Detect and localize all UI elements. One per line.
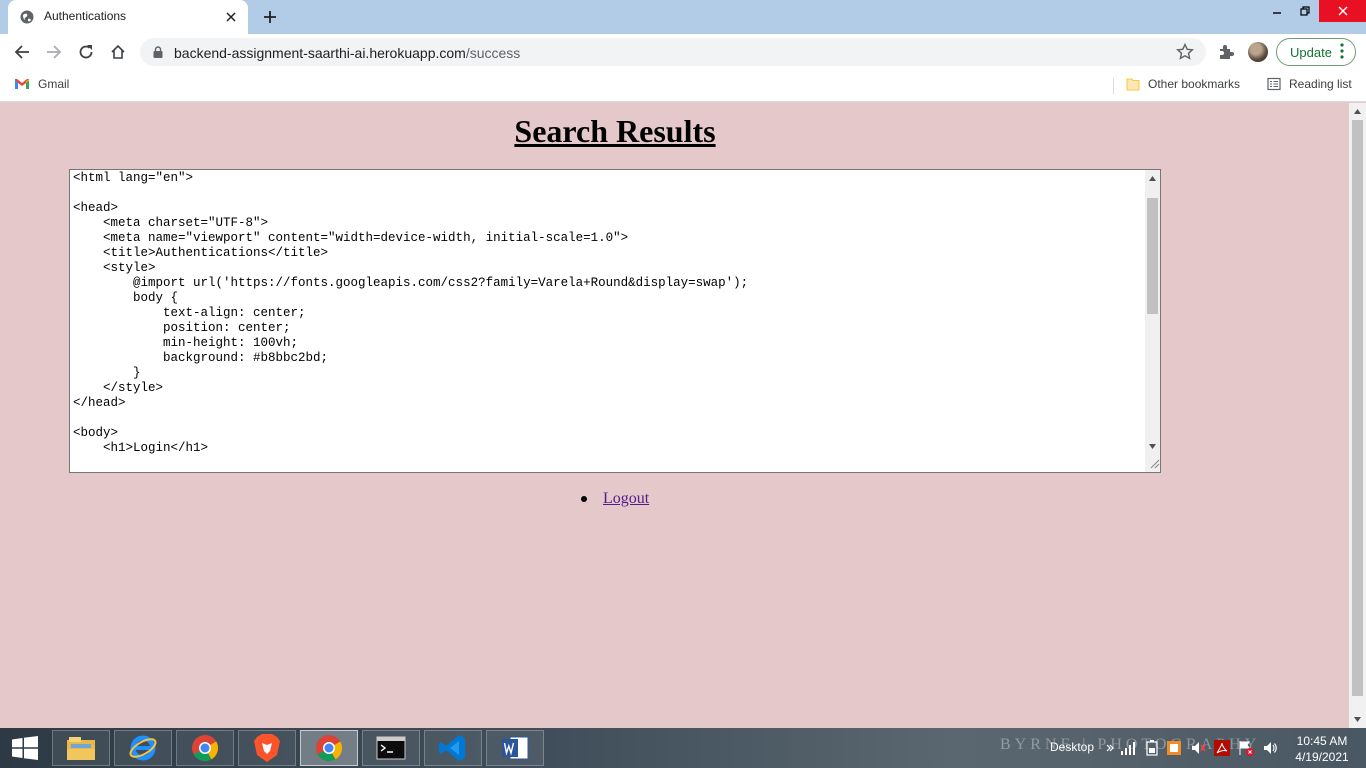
resize-grip-icon[interactable] — [1148, 457, 1160, 469]
kebab-menu-icon[interactable] — [1340, 42, 1344, 60]
arrow-left-icon — [14, 45, 29, 59]
back-button[interactable] — [10, 40, 34, 64]
clock-date: 4/19/2021 — [1295, 750, 1349, 764]
cmd-icon — [376, 736, 406, 760]
clock-time: 10:45 AM — [1296, 734, 1348, 748]
restore-button[interactable] — [1292, 0, 1318, 22]
new-tab-button[interactable] — [258, 6, 282, 28]
chrome-icon — [192, 735, 219, 762]
acrobat-icon[interactable] — [1214, 740, 1230, 756]
volume-icon[interactable] — [1262, 740, 1278, 756]
reload-icon — [79, 45, 93, 59]
flag-error-icon[interactable] — [1238, 740, 1254, 756]
taskbar-internet-explorer[interactable] — [114, 730, 172, 766]
taskbar-file-explorer[interactable] — [52, 730, 110, 766]
tab-title: Authentications — [44, 9, 127, 23]
page-title: Search Results — [514, 113, 716, 149]
browser-toolbar: backend-assignment-saarthi-ai.herokuapp.… — [0, 34, 1366, 70]
bookmark-gmail[interactable]: Gmail — [14, 77, 69, 91]
bookmarks-bar: Gmail Other bookmarks Reading list — [0, 70, 1366, 102]
forward-button[interactable] — [42, 40, 66, 64]
textarea-scrollbar[interactable] — [1145, 170, 1160, 472]
page-scrollbar[interactable] — [1349, 103, 1366, 728]
home-button[interactable] — [106, 40, 130, 64]
bookmarks-divider — [1113, 78, 1114, 94]
url-path: /success — [465, 45, 521, 61]
profile-avatar[interactable] — [1248, 42, 1268, 62]
logout-link[interactable]: Logout — [603, 490, 649, 508]
plus-icon — [264, 11, 276, 23]
taskbar-chrome[interactable] — [176, 730, 234, 766]
chrome-icon — [316, 735, 343, 762]
minimize-icon — [1273, 12, 1281, 14]
page-scroll-thumb[interactable] — [1352, 120, 1363, 696]
battery-icon[interactable] — [1144, 740, 1160, 756]
close-icon — [1338, 6, 1347, 16]
page-content: Search Results <html lang="en"> <head> <… — [0, 103, 1349, 728]
reload-button[interactable] — [74, 40, 98, 64]
taskbar-word[interactable] — [486, 730, 544, 766]
close-window-button[interactable] — [1319, 0, 1366, 22]
word-icon — [502, 736, 529, 760]
arrow-right-icon — [47, 45, 62, 59]
browser-tab[interactable]: Authentications — [8, 0, 248, 34]
url-text[interactable]: backend-assignment-saarthi-ai.herokuapp.… — [174, 45, 520, 61]
url-host: backend-assignment-saarthi-ai.herokuapp.… — [174, 45, 466, 61]
minimize-button[interactable] — [1264, 0, 1290, 22]
network-icon[interactable] — [1120, 740, 1136, 756]
speaker-muted-icon[interactable] — [1190, 740, 1206, 756]
taskbar-vscode[interactable] — [424, 730, 482, 766]
internet-explorer-icon — [129, 735, 157, 761]
reading-list-label: Reading list — [1289, 77, 1352, 91]
gmail-icon — [15, 79, 29, 89]
windows-logo-icon — [12, 736, 38, 760]
tab-strip: Authentications — [0, 0, 1366, 34]
lock-icon[interactable] — [152, 46, 164, 58]
update-label: Update — [1290, 44, 1332, 60]
reading-list-button[interactable]: Reading list — [1267, 77, 1352, 91]
code-textarea[interactable]: <html lang="en"> <head> <meta charset="U… — [69, 169, 1161, 473]
scroll-down-arrow-icon[interactable] — [1145, 438, 1160, 455]
close-tab-icon[interactable] — [222, 8, 240, 26]
reading-list-icon — [1267, 77, 1281, 91]
folder-icon — [1126, 78, 1140, 91]
desktop-toolbar-label[interactable]: Desktop — [1050, 740, 1094, 754]
puzzle-icon — [1220, 45, 1234, 59]
globe-icon — [20, 10, 34, 24]
list-bullet — [581, 496, 587, 502]
textarea-scroll-thumb[interactable] — [1147, 198, 1158, 314]
taskbar-brave[interactable] — [238, 730, 296, 766]
system-clock[interactable]: 10:45 AM 4/19/2021 — [1292, 733, 1352, 765]
taskbar: BYRNE | PHOTOGRAPHY Desktop 10:45 AM 4/1… — [0, 728, 1366, 768]
extensions-button[interactable] — [1214, 40, 1238, 64]
vscode-icon — [439, 735, 465, 761]
tray-app-icon[interactable] — [1166, 740, 1182, 756]
page-scroll-down-icon[interactable] — [1349, 711, 1366, 728]
update-button[interactable]: Update — [1276, 38, 1356, 66]
scroll-up-arrow-icon[interactable] — [1145, 170, 1160, 187]
taskbar-chrome-active[interactable] — [300, 730, 358, 766]
address-bar[interactable]: backend-assignment-saarthi-ai.herokuapp.… — [140, 38, 1206, 66]
bookmark-other-label: Other bookmarks — [1148, 77, 1241, 91]
code-textarea-text[interactable]: <html lang="en"> <head> <meta charset="U… — [73, 171, 1143, 469]
restore-icon — [1300, 6, 1310, 16]
start-button[interactable] — [0, 728, 50, 768]
taskbar-cmd[interactable] — [362, 730, 420, 766]
page-scroll-up-icon[interactable] — [1349, 103, 1366, 120]
brave-icon — [254, 734, 280, 762]
bookmark-star-icon[interactable] — [1176, 43, 1194, 61]
bookmark-other-folder[interactable]: Other bookmarks — [1126, 77, 1240, 91]
bookmark-gmail-label: Gmail — [38, 77, 70, 91]
home-icon — [111, 44, 125, 59]
tray-overflow-icon[interactable] — [1102, 740, 1118, 756]
file-explorer-icon — [67, 737, 95, 760]
